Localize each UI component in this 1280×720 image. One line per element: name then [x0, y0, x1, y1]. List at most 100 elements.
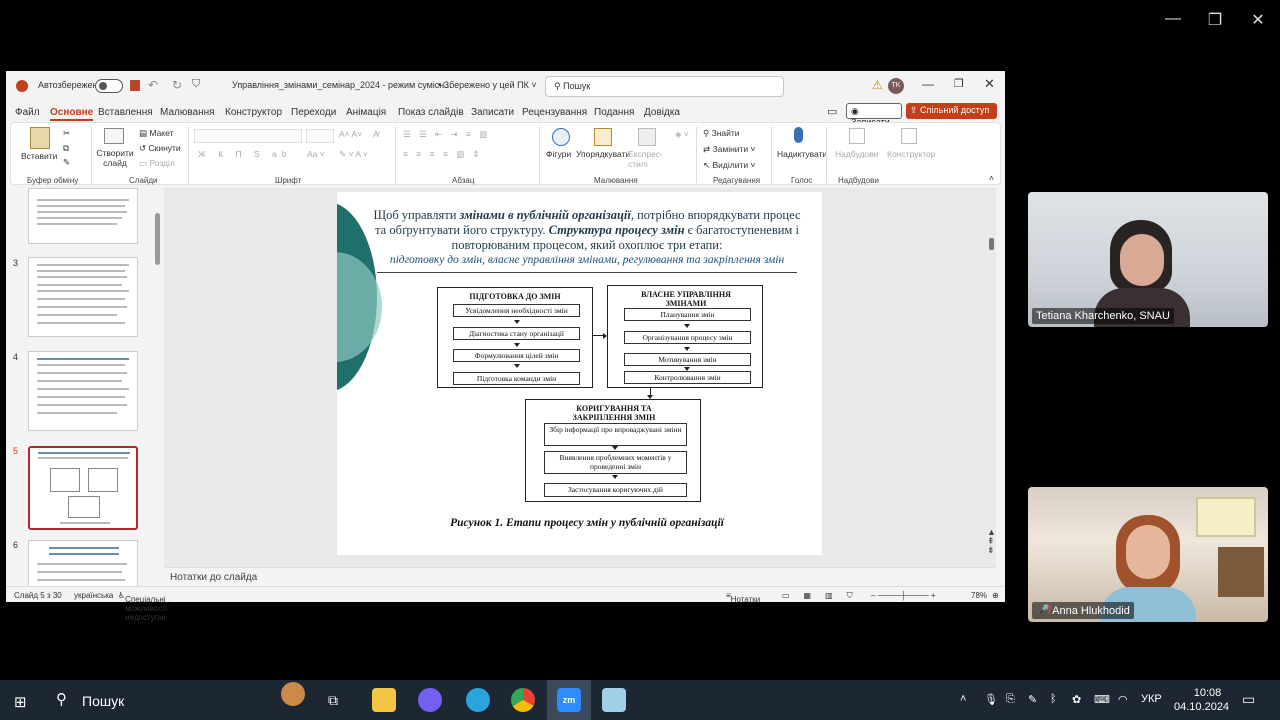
prev-next-slide-icon[interactable]: ▲ ⇞ ⇟ [987, 528, 996, 555]
save-icon[interactable] [130, 80, 140, 91]
quick-styles-icon[interactable] [638, 128, 656, 146]
notes-button[interactable]: ≡ Нотатки [726, 591, 760, 604]
copy-icon[interactable]: ⧉ [63, 143, 69, 154]
collapse-ribbon-icon[interactable]: ˄ [989, 173, 994, 183]
language-indicator[interactable]: УКР [1141, 693, 1162, 705]
section-button[interactable]: ▭ Розділ [139, 158, 175, 169]
tab-transitions[interactable]: Переходи [291, 107, 336, 118]
slide-thumbnail-selected[interactable] [28, 446, 138, 530]
clear-format-icon[interactable]: A̸ [373, 129, 379, 139]
dictate-button[interactable]: Надиктувати [777, 149, 827, 159]
viber-icon[interactable] [418, 688, 442, 712]
windows-start-icon[interactable]: ⊞ [14, 693, 27, 711]
designer-button[interactable]: Конструктор [887, 149, 935, 159]
tab-review[interactable]: Рецензування [522, 107, 587, 118]
tab-insert[interactable]: Вставлення [98, 107, 153, 118]
paste-icon[interactable] [30, 127, 50, 149]
tab-view[interactable]: Подання [594, 107, 634, 118]
addins-button[interactable]: Надбудови [835, 149, 878, 159]
fit-slide-icon[interactable]: ⊕ [992, 591, 999, 600]
replace-button[interactable]: ⇄ Замінити ˅ [703, 144, 756, 155]
window-minimize-icon[interactable]: — [922, 77, 934, 91]
minimize-icon[interactable]: — [1158, 10, 1188, 28]
cut-icon[interactable]: ✂ [63, 128, 70, 139]
slide-thumbnail[interactable] [28, 540, 138, 586]
autosave-toggle[interactable] [95, 79, 123, 93]
view-buttons[interactable]: ▭▦▥⛉ [782, 591, 867, 601]
find-button[interactable]: ⚲ Знайти [703, 128, 740, 139]
notifications-icon[interactable]: ▭ [1242, 691, 1255, 708]
shape-fill-icon[interactable]: ◈ ˅ [675, 129, 689, 140]
close-icon[interactable]: ✕ [1243, 10, 1273, 30]
new-slide-button[interactable]: Створити слайд [95, 148, 135, 168]
microphone-icon[interactable] [794, 127, 803, 143]
telegram-icon[interactable] [466, 688, 490, 712]
notes-pane[interactable]: Нотатки до слайда [164, 567, 996, 586]
font-case-icon[interactable]: Aa ˅ [307, 149, 325, 159]
slide-thumbnail[interactable] [28, 257, 138, 337]
wifi-icon[interactable]: ◠ [1118, 693, 1128, 706]
tab-slideshow[interactable]: Показ слайдів [398, 107, 464, 118]
clock[interactable]: 10:08 04.10.2024 [1174, 686, 1229, 714]
designer-icon[interactable] [901, 128, 917, 144]
zoom-level[interactable]: 78% [971, 591, 987, 600]
present-icon[interactable]: ⛉ [192, 78, 200, 91]
pen-icon[interactable]: ✎ [1028, 693, 1037, 706]
tab-draw[interactable]: Малювання [160, 107, 215, 118]
list-icons[interactable]: ☰ ☰ ⇤ ⇥ ≡ ▥ [403, 129, 490, 140]
editor-scrollbar[interactable] [989, 238, 994, 250]
quick-styles-button[interactable]: Експрес-стилі [628, 149, 663, 169]
record-button[interactable]: ◉ Записати [846, 103, 902, 127]
search-input[interactable]: ⚲ Пошук [545, 76, 784, 97]
reset-button[interactable]: ↺ Скинути [139, 143, 181, 154]
slide-thumbnail[interactable] [28, 188, 138, 244]
slide-thumbnail[interactable] [28, 351, 138, 431]
paint-icon[interactable] [602, 688, 626, 712]
shapes-button[interactable]: Фігури [546, 149, 571, 159]
accessibility-status[interactable]: ♿ Спеціальні можливості: недоступні [118, 591, 170, 622]
save-status[interactable]: • Збережено у цей ПК ˅ [438, 80, 537, 90]
tab-record[interactable]: Записати [471, 107, 514, 118]
arrange-icon[interactable] [594, 128, 612, 146]
shapes-icon[interactable] [552, 128, 570, 146]
avatar[interactable]: TK [888, 78, 904, 94]
format-painter-icon[interactable]: ✎ [63, 157, 70, 168]
participant-video-tile[interactable]: 🎤̸ Anna Hlukhodid [1028, 487, 1268, 622]
tray-overflow-icon[interactable]: ˄ [960, 693, 966, 705]
file-explorer-icon[interactable] [372, 688, 396, 712]
redo-icon[interactable]: ↻ [172, 78, 182, 92]
warning-icon[interactable]: ⚠ [872, 78, 883, 92]
participant-video-tile[interactable]: Tetiana Kharchenko, SNAU [1028, 192, 1268, 327]
select-button[interactable]: ↖ Виділити ˅ [703, 160, 755, 171]
font-family-select[interactable] [194, 129, 302, 143]
tab-file[interactable]: Файл [15, 107, 40, 118]
language-indicator[interactable]: українська [74, 591, 113, 600]
paste-button[interactable]: Вставити [21, 151, 57, 161]
bluetooth-icon[interactable]: ᛒ [1050, 693, 1057, 705]
microphone-tray-icon[interactable]: 🎙 [984, 693, 998, 706]
taskbar-search[interactable]: ⚲ Пошук [46, 682, 314, 714]
zoom-slider[interactable]: – ────┼──── + [871, 591, 936, 600]
font-grow-icon[interactable]: A˄ A˅ [339, 129, 362, 139]
usb-icon[interactable]: ⎘ [1006, 693, 1015, 706]
restore-icon[interactable]: ❐ [1200, 10, 1230, 30]
keyboard-icon[interactable]: ⌨ [1094, 693, 1110, 706]
zoom-taskbar-active[interactable]: zm [547, 680, 591, 720]
highlight-icon[interactable]: ✎ ˅ A ˅ [339, 149, 368, 160]
share-button[interactable]: ⇪ Спільний доступ ˅ [906, 103, 997, 126]
comments-icon[interactable]: ▭ [827, 105, 837, 118]
app-tray-icon[interactable]: ✿ [1072, 693, 1081, 706]
window-maximize-icon[interactable]: ❐ [954, 77, 964, 90]
slide-canvas[interactable]: Щоб управляти змінами в публічній органі… [337, 192, 822, 555]
tab-home[interactable]: Основне [50, 107, 94, 121]
tab-help[interactable]: Довідка [644, 107, 680, 118]
font-size-select[interactable] [306, 129, 334, 143]
layout-button[interactable]: ▤ Макет [139, 128, 173, 139]
new-slide-icon[interactable] [104, 128, 124, 144]
font-style-icons[interactable]: Ж К П S ab [198, 149, 291, 159]
arrange-button[interactable]: Упорядкувати [576, 149, 630, 159]
undo-icon[interactable]: ↶ [148, 78, 158, 92]
align-icons[interactable]: ≡ ≡ ≡ ≡ ▥ ⇕ [403, 149, 483, 160]
addins-icon[interactable] [849, 128, 865, 144]
window-close-icon[interactable]: ✕ [984, 76, 995, 92]
